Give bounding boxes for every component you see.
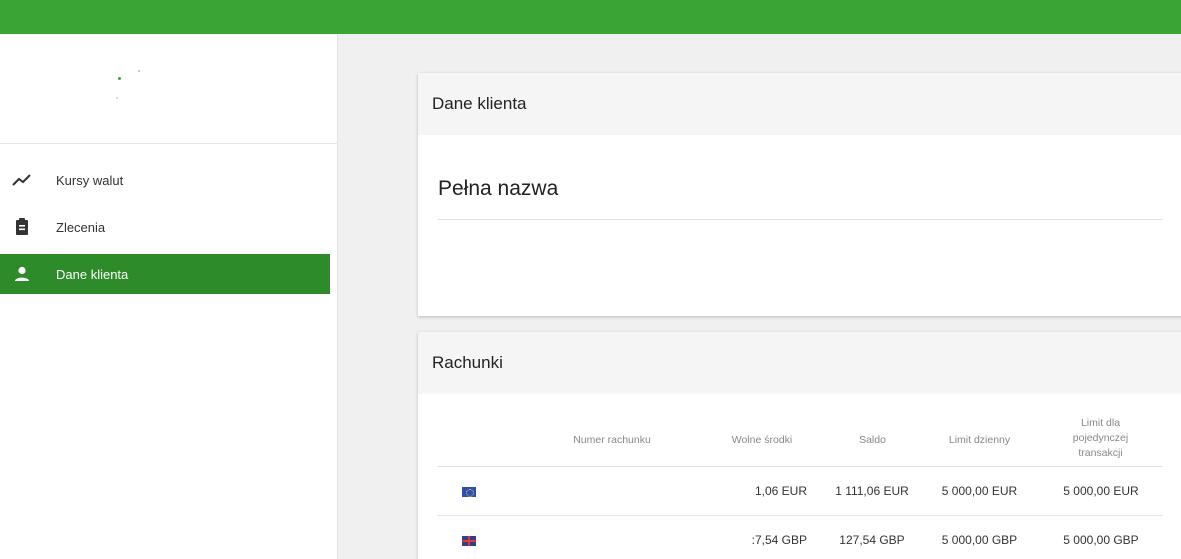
table-header: Numer rachunku Wolne środki Saldo Limit … xyxy=(437,415,1163,467)
column-header-line: pojedynczej xyxy=(1072,432,1129,444)
logo-dot xyxy=(118,77,121,80)
sidebar-item-dane-klienta[interactable]: Dane klienta xyxy=(0,254,330,294)
person-icon xyxy=(10,262,34,286)
column-header: Limit dla pojedynczej transakcji xyxy=(1053,416,1148,461)
card-title: Rachunki xyxy=(418,332,1181,394)
accounts-card: Rachunki Numer rachunku Wolne środki Sal… xyxy=(418,332,1181,559)
column-header: Numer rachunku xyxy=(573,434,651,446)
sidebar-item-label: Kursy walut xyxy=(56,172,124,188)
single-transaction-limit: 5 000,00 EUR xyxy=(1063,484,1139,498)
sidebar: Kursy walut Zlecenia Dane klienta xyxy=(0,34,338,559)
divider xyxy=(438,219,1163,220)
available-funds: 1,06 EUR xyxy=(754,484,807,498)
table-row[interactable]: 1,06 EUR 1 111,06 EUR 5 000,00 EUR 5 000… xyxy=(437,467,1163,516)
sidebar-item-label: Dane klienta xyxy=(56,266,129,282)
uk-flag-icon xyxy=(462,536,476,546)
sidebar-item-kursy-walut[interactable]: Kursy walut xyxy=(0,160,330,200)
column-header: Saldo xyxy=(859,434,886,446)
sidebar-item-zlecenia[interactable]: Zlecenia xyxy=(0,207,330,247)
card-title: Dane klienta xyxy=(418,73,1181,135)
full-name-label: Pełna nazwa xyxy=(438,177,559,200)
top-bar xyxy=(0,0,1181,34)
eu-flag-icon xyxy=(462,487,476,497)
logo-dot xyxy=(138,70,140,72)
daily-limit: 5 000,00 GBP xyxy=(941,533,1018,547)
balance: 127,54 GBP xyxy=(839,533,905,547)
single-transaction-limit: 5 000,00 GBP xyxy=(1063,533,1139,547)
column-header: Wolne środki xyxy=(731,434,793,446)
column-header-line: Limit dla xyxy=(1080,417,1121,429)
client-data-card: Dane klienta Pełna nazwa xyxy=(418,73,1181,316)
sidebar-item-label: Zlecenia xyxy=(56,219,106,235)
table-row[interactable]: :7,54 GBP 127,54 GBP 5 000,00 GBP 5 000,… xyxy=(437,516,1163,559)
logo-dot xyxy=(116,97,118,99)
clipboard-icon xyxy=(10,215,34,239)
column-header-line: transakcji xyxy=(1078,447,1123,459)
available-funds: :7,54 GBP xyxy=(751,533,807,547)
daily-limit: 5 000,00 EUR xyxy=(941,484,1018,498)
column-header: Limit dzienny xyxy=(948,434,1011,446)
logo xyxy=(0,34,338,144)
accounts-table: Numer rachunku Wolne środki Saldo Limit … xyxy=(437,415,1163,559)
balance: 1 111,06 EUR xyxy=(835,484,909,498)
trending-up-icon xyxy=(10,168,34,192)
